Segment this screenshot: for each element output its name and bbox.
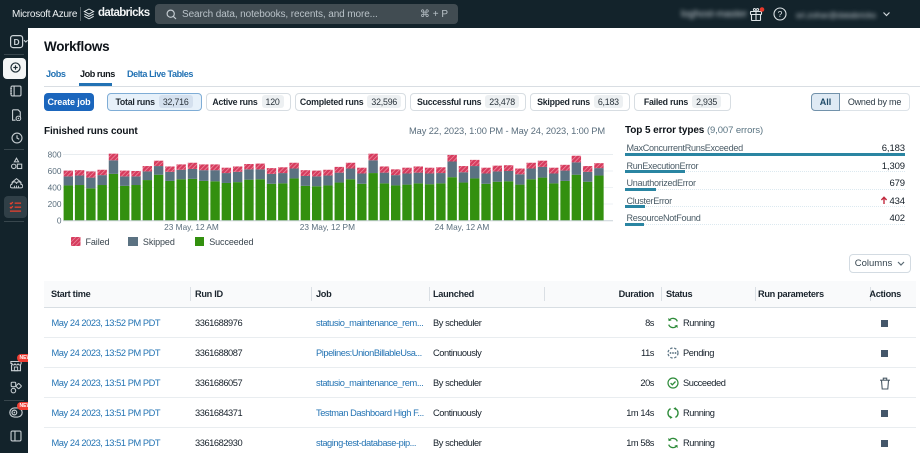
- svg-text:600: 600: [48, 166, 62, 176]
- svg-text:0: 0: [57, 216, 62, 226]
- svg-text:200: 200: [48, 199, 62, 209]
- svg-text:?: ?: [778, 9, 783, 19]
- svg-text:23 May, 12 PM: 23 May, 12 PM: [300, 222, 355, 232]
- svg-text:24 May, 12 AM: 24 May, 12 AM: [435, 222, 490, 232]
- svg-text:23 May, 12 AM: 23 May, 12 AM: [164, 222, 219, 232]
- svg-text:800: 800: [48, 150, 62, 160]
- svg-text:D: D: [14, 37, 20, 47]
- svg-text:400: 400: [48, 183, 62, 193]
